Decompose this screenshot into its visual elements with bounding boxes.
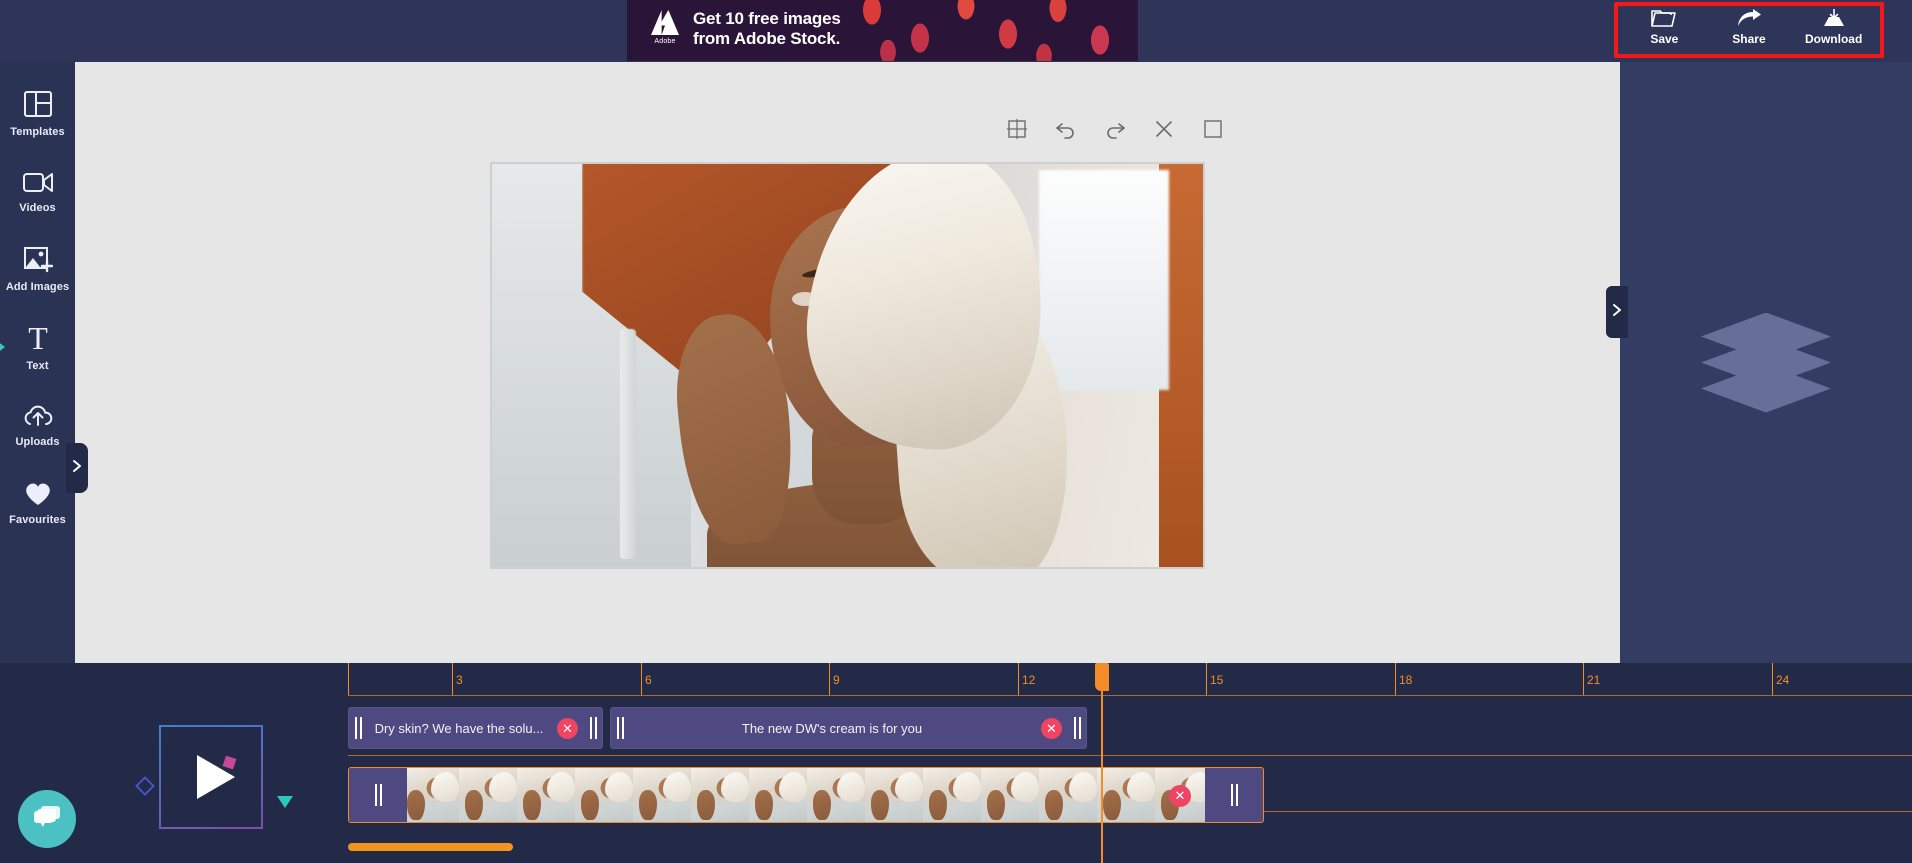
preview-window [1039,170,1169,390]
ruler-tick-3: 3 [456,673,463,687]
square-icon[interactable] [1201,117,1225,141]
video-clip-remove-button[interactable]: ✕ [1169,785,1191,807]
chevron-right-icon [1612,303,1622,322]
share-arrow-icon [1736,8,1762,28]
ad-headline-line1: Get 10 free images [693,9,841,28]
clip-handle-left[interactable] [369,768,387,822]
sidebar-label-text: Text [26,359,49,372]
sidebar-item-add-images[interactable]: Add Images [0,230,75,308]
adobe-wordmark: Adobe [654,38,676,45]
clip-handle-right[interactable] [584,708,602,748]
timeline-left-panel [0,663,348,863]
timeline-scrollbar[interactable] [348,843,1912,851]
timeline-ruler[interactable]: 3 6 9 12 15 18 21 24 [348,663,1912,695]
sidebar-label-favourites: Favourites [9,514,66,526]
ad-headline: Get 10 free images from Adobe Stock. [693,9,841,49]
text-clip-2-remove-button[interactable]: ✕ [1041,717,1062,739]
ruler-tick-21: 21 [1587,673,1601,687]
adobe-stock-ad-banner[interactable]: Adobe Get 10 free images from Adobe Stoc… [627,0,1138,61]
adobe-mark-icon [651,10,679,35]
decor-triangle-teal [277,796,293,808]
undo-icon[interactable] [1054,117,1078,141]
chevron-right-icon [72,459,82,478]
text-clip-1[interactable]: Dry skin? We have the solu... ✕ [348,707,603,749]
text-clip-2[interactable]: The new DW's cream is for you ✕ [610,707,1087,749]
ruler-tick-12: 12 [1022,673,1036,687]
ad-leaf-pattern [848,0,1138,61]
clip-handle-left[interactable] [349,708,367,748]
grid-icon[interactable] [1005,117,1029,141]
clip-handle-left[interactable] [611,708,629,748]
timeline-panel: 3 6 9 12 15 18 21 24 Dry skin? We have t… [0,663,1912,863]
add-image-icon [23,246,53,274]
video-camera-icon [22,169,54,195]
right-panel-expand-button[interactable] [1606,286,1628,338]
sidebar-label-add-images: Add Images [5,280,70,293]
sidebar-item-templates[interactable]: Templates [0,74,75,152]
share-label: Share [1732,32,1766,46]
ad-headline-line2: from Adobe Stock. [693,29,841,48]
layout-grid-icon [23,89,53,119]
text-clip-1-remove-button[interactable]: ✕ [557,717,578,739]
sidebar-item-favourites[interactable]: Favourites [0,464,75,542]
text-t-icon: T [23,323,53,353]
share-button[interactable]: Share [1711,8,1787,46]
sidebar-item-uploads[interactable]: Uploads [0,386,75,464]
ruler-tick-24: 24 [1776,673,1790,687]
ruler-tick-6: 6 [645,673,652,687]
save-label: Save [1650,32,1679,46]
canvas-area [75,62,1620,663]
timeline-tracks[interactable]: 3 6 9 12 15 18 21 24 Dry skin? We have t… [348,663,1912,863]
save-button[interactable]: Save [1626,8,1702,46]
svg-text:T: T [28,323,48,353]
video-clip-handle-left[interactable] [349,768,407,822]
text-clip-1-label: Dry skin? We have the solu... [374,720,544,736]
ruler-tick-9: 9 [833,673,840,687]
video-clip[interactable]: ✕ [348,767,1264,823]
track-divider [348,695,1912,696]
sidebar-label-templates: Templates [10,125,65,138]
chat-bubble-icon [32,804,62,835]
download-tray-icon [1821,8,1847,28]
download-label: Download [1804,32,1863,46]
clip-handle-right[interactable] [1068,708,1086,748]
playhead-knob[interactable] [1095,663,1109,691]
folder-icon [1651,8,1677,28]
playhead[interactable] [1095,663,1109,863]
chat-widget-button[interactable] [18,790,76,848]
play-button[interactable] [159,725,263,829]
clip-handle-right[interactable] [1225,768,1243,822]
top-actions-group: Save Share Download [1622,8,1876,52]
sidebar-item-videos[interactable]: Videos [0,152,75,230]
left-sidebar: Templates Videos Add Images T Text Uploa… [0,62,75,663]
video-thumbnail-strip [401,768,1263,822]
download-button[interactable]: Download [1796,8,1872,46]
active-indicator-arrow [0,340,5,354]
play-icon [197,755,235,799]
cloud-upload-icon [22,403,54,429]
track-divider [348,755,1912,756]
right-panel [1606,62,1912,663]
sidebar-label-uploads: Uploads [15,435,60,448]
canvas-toolbar [1005,117,1225,141]
adobe-logo: Adobe [645,10,685,52]
ruler-tick-15: 15 [1210,673,1224,687]
video-preview-frame[interactable] [490,162,1205,569]
layers-stack-icon [1701,312,1831,413]
preview-pole [620,329,636,559]
decor-diamond-outline [135,776,155,796]
ruler-tick-18: 18 [1399,673,1413,687]
heart-icon [23,480,53,507]
redo-icon[interactable] [1103,117,1127,141]
sidebar-item-text[interactable]: T Text [0,308,75,386]
video-clip-handle-right[interactable] [1205,768,1263,822]
timeline-scrollbar-thumb[interactable] [348,843,513,851]
top-bar: Adobe Get 10 free images from Adobe Stoc… [0,0,1912,62]
sidebar-expand-button[interactable] [66,443,88,493]
close-icon[interactable] [1152,117,1176,141]
sidebar-label-videos: Videos [19,201,56,214]
text-clip-2-label: The new DW's cream is for you [741,720,923,736]
